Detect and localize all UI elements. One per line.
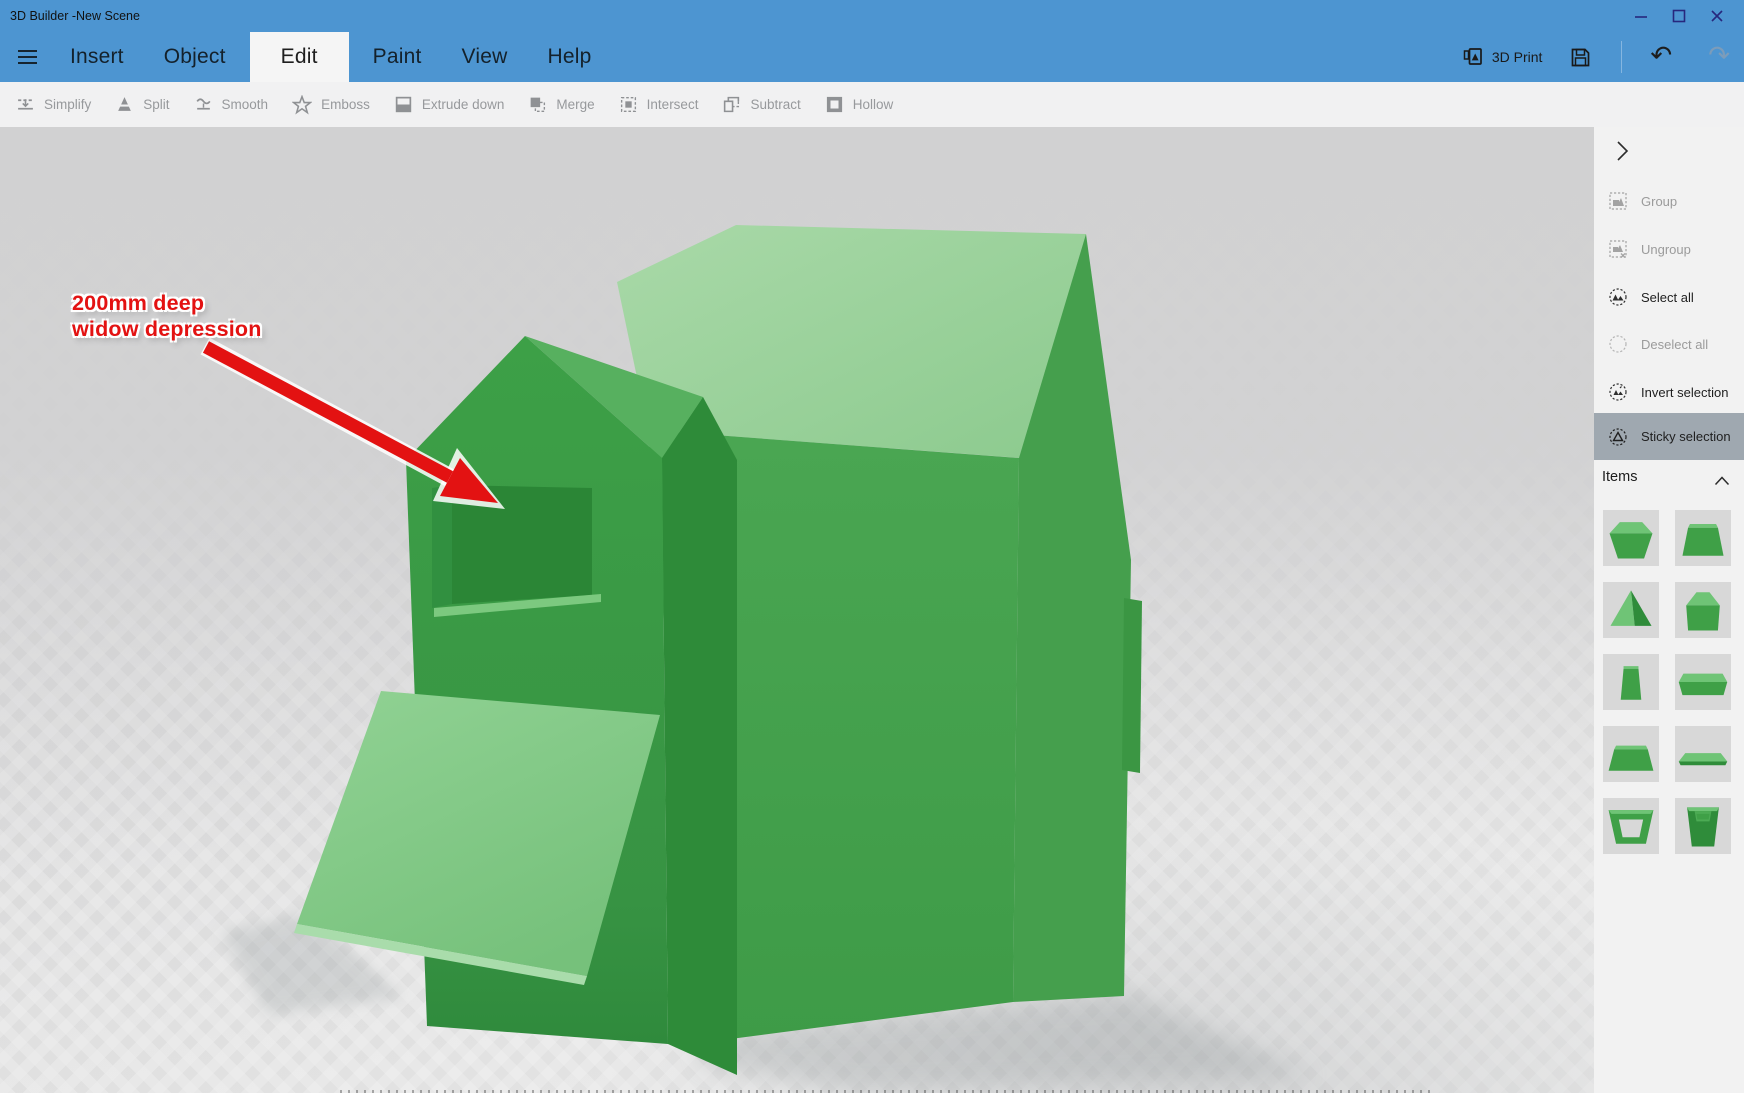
edit-toolbar: Simplify Split Smooth Emboss Extrude dow… — [0, 82, 1744, 127]
annotation-line-1: 200mm deep — [72, 291, 205, 315]
sticky-selection-icon — [1609, 427, 1627, 446]
quick-actions: 3D Print ↶ ↷ — [1462, 32, 1730, 82]
undo-icon[interactable]: ↶ — [1650, 42, 1672, 68]
hamburger-menu-button[interactable] — [4, 32, 50, 82]
scene-model — [200, 225, 1315, 1093]
split-button[interactable]: Split — [115, 95, 170, 114]
window-controls — [1622, 0, 1736, 32]
invert-selection-icon — [1609, 383, 1627, 401]
deselect-all-button[interactable]: Deselect all — [1594, 320, 1744, 368]
subtract-button[interactable]: Subtract — [722, 95, 801, 114]
emboss-icon — [292, 94, 313, 114]
maximize-icon — [1672, 9, 1686, 23]
items-section-header: Items — [1594, 467, 1744, 493]
smooth-icon — [196, 98, 211, 110]
save-icon[interactable] — [1570, 47, 1591, 68]
simplify-icon — [18, 99, 33, 110]
hollow-button[interactable]: Hollow — [825, 95, 893, 114]
menu-item-object[interactable]: Object — [152, 32, 238, 82]
item-thumbnail-narrow-box[interactable] — [1603, 654, 1659, 710]
menu-item-help[interactable]: Help — [535, 32, 603, 82]
item-thumbnail-wide-trapezoid-block[interactable] — [1603, 726, 1659, 782]
simplify-button[interactable]: Simplify — [16, 95, 91, 114]
panel-collapse-button[interactable] — [1608, 137, 1636, 165]
intersect-button[interactable]: Intersect — [619, 95, 698, 114]
menu-item-view[interactable]: View — [450, 32, 520, 82]
select-all-button[interactable]: Select all — [1594, 273, 1744, 321]
maximize-button[interactable] — [1660, 0, 1698, 32]
3d-print-icon[interactable] — [1462, 46, 1484, 68]
item-thumbnail-open-box[interactable] — [1675, 798, 1731, 854]
3d-print-label[interactable]: 3D Print — [1492, 49, 1543, 65]
select-all-icon — [1609, 288, 1627, 306]
group-icon — [1609, 192, 1627, 210]
extrude-down-button[interactable]: Extrude down — [394, 95, 504, 114]
window-depression-side — [432, 485, 452, 608]
sticky-selection-button[interactable]: Sticky selection — [1594, 413, 1744, 460]
deselect-all-icon — [1609, 335, 1627, 353]
split-icon — [117, 97, 133, 111]
3d-builder-window: 3D Builder -New Scene Insert Object Edit… — [0, 0, 1744, 1093]
minimize-button[interactable] — [1622, 0, 1660, 32]
redo-icon[interactable]: ↷ — [1708, 42, 1730, 68]
extrude-down-icon — [395, 96, 412, 113]
smooth-button[interactable]: Smooth — [194, 95, 268, 114]
item-thumbnail-flat-plate[interactable] — [1675, 726, 1731, 782]
menu-item-edit[interactable]: Edit — [249, 32, 349, 82]
subtract-icon — [724, 96, 740, 113]
items-title: Items — [1602, 469, 1638, 485]
items-grid — [1603, 510, 1731, 854]
items-collapse-button[interactable] — [1714, 473, 1730, 491]
chevron-up-icon — [1714, 476, 1730, 486]
hollow-icon — [826, 96, 842, 113]
small-house-right-wall — [662, 397, 737, 1075]
item-thumbnail-trapezoid-block[interactable] — [1675, 510, 1731, 566]
window-title: 3D Builder -New Scene — [10, 9, 140, 23]
invert-selection-button[interactable]: Invert selection — [1594, 368, 1744, 416]
chevron-right-icon — [1616, 141, 1628, 161]
intersect-icon — [620, 96, 636, 113]
ungroup-icon — [1609, 240, 1627, 258]
item-thumbnail-house-block[interactable] — [1675, 582, 1731, 638]
merge-icon — [531, 97, 546, 113]
selection-panel: Group Ungroup Select all Deselect all In… — [1594, 127, 1744, 1093]
arrow-shaft — [202, 341, 454, 483]
item-thumbnail-flat-slab[interactable] — [1675, 654, 1731, 710]
menu-item-paint[interactable]: Paint — [361, 32, 434, 82]
merge-button[interactable]: Merge — [528, 95, 595, 114]
close-button[interactable] — [1698, 0, 1736, 32]
ungroup-button[interactable]: Ungroup — [1594, 225, 1744, 273]
menu-item-insert[interactable]: Insert — [58, 32, 136, 82]
big-house-side-stub — [1122, 598, 1142, 773]
item-thumbnail-hexagonal-block[interactable] — [1603, 510, 1659, 566]
emboss-button[interactable]: Emboss — [292, 94, 370, 115]
title-bar: 3D Builder -New Scene — [0, 0, 1744, 32]
annotation-line-2: widow depression — [72, 317, 262, 341]
minimize-icon — [1635, 16, 1647, 18]
annotation-text: 200mm deep widow depression — [72, 290, 262, 342]
item-thumbnail-trapezoid-frame[interactable] — [1603, 798, 1659, 854]
toolbar-divider — [1621, 41, 1623, 73]
3d-viewport[interactable]: 200mm deep widow depression — [0, 127, 1594, 1093]
item-thumbnail-corner-wedge[interactable] — [1603, 582, 1659, 638]
group-button[interactable]: Group — [1594, 177, 1744, 225]
close-icon — [1711, 10, 1723, 22]
menu-bar: Insert Object Edit Paint View Help 3D Pr… — [0, 32, 1744, 82]
